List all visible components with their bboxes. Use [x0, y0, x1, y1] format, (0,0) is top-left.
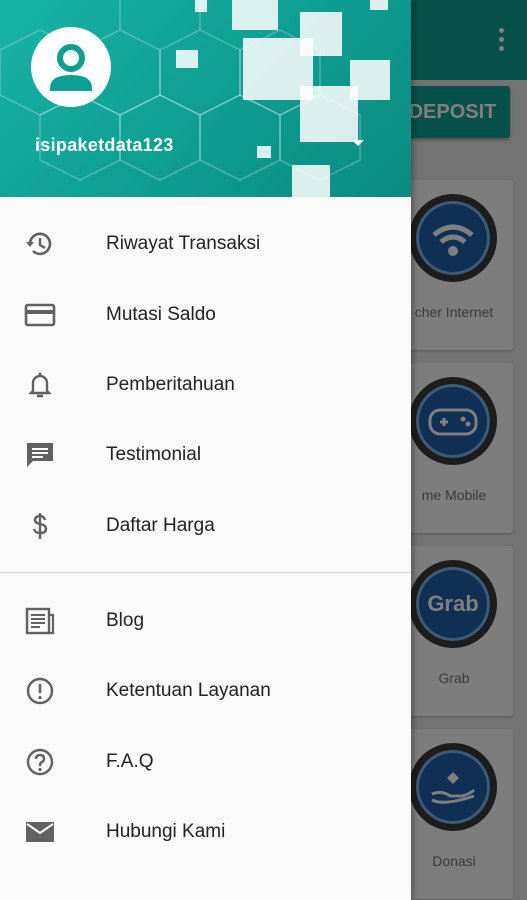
menu-item-label: Daftar Harga	[106, 515, 215, 536]
menu-item-testimonial[interactable]: Testimonial	[0, 420, 411, 490]
menu-item-mutasi-saldo[interactable]: Mutasi Saldo	[0, 280, 411, 350]
menu-item-label: Ketentuan Layanan	[106, 680, 271, 701]
alert-circle-icon	[24, 677, 56, 705]
menu-item-label: Riwayat Transaksi	[106, 233, 261, 254]
history-icon	[24, 230, 56, 258]
help-circle-icon	[24, 748, 56, 776]
menu-item-faq[interactable]: F.A.Q	[0, 727, 411, 797]
menu-item-pemberitahuan[interactable]: Pemberitahuan	[0, 350, 411, 420]
menu-item-blog[interactable]: Blog	[0, 586, 411, 656]
menu-item-ketentuan-layanan[interactable]: Ketentuan Layanan	[0, 656, 411, 726]
account-dropdown-icon[interactable]	[352, 140, 364, 146]
comment-icon	[24, 441, 56, 469]
menu-item-label: F.A.Q	[106, 751, 154, 772]
menu-item-label: Mutasi Saldo	[106, 304, 216, 325]
person-icon	[50, 44, 92, 91]
menu-item-hubungi-kami[interactable]: Hubungi Kami	[0, 797, 411, 867]
menu-item-daftar-harga[interactable]: Daftar Harga	[0, 491, 411, 561]
dollar-icon	[24, 512, 56, 540]
drawer-header: isipaketdata123	[0, 0, 411, 197]
article-icon	[24, 607, 56, 635]
menu-item-riwayat-transaksi[interactable]: Riwayat Transaksi	[0, 209, 411, 279]
menu-item-label: Testimonial	[106, 444, 202, 465]
menu-divider	[0, 572, 411, 573]
menu-item-label: Blog	[106, 610, 145, 631]
account-username: isipaketdata123	[35, 135, 174, 155]
mail-icon	[24, 818, 56, 846]
bell-icon	[24, 371, 56, 399]
menu-item-label: Hubungi Kami	[106, 821, 226, 842]
menu-item-label: Pemberitahuan	[106, 374, 235, 395]
credit-card-icon	[24, 301, 56, 329]
navigation-drawer: isipaketdata123 Riwayat Transaksi Mutasi…	[0, 0, 411, 900]
user-avatar[interactable]	[31, 27, 111, 107]
